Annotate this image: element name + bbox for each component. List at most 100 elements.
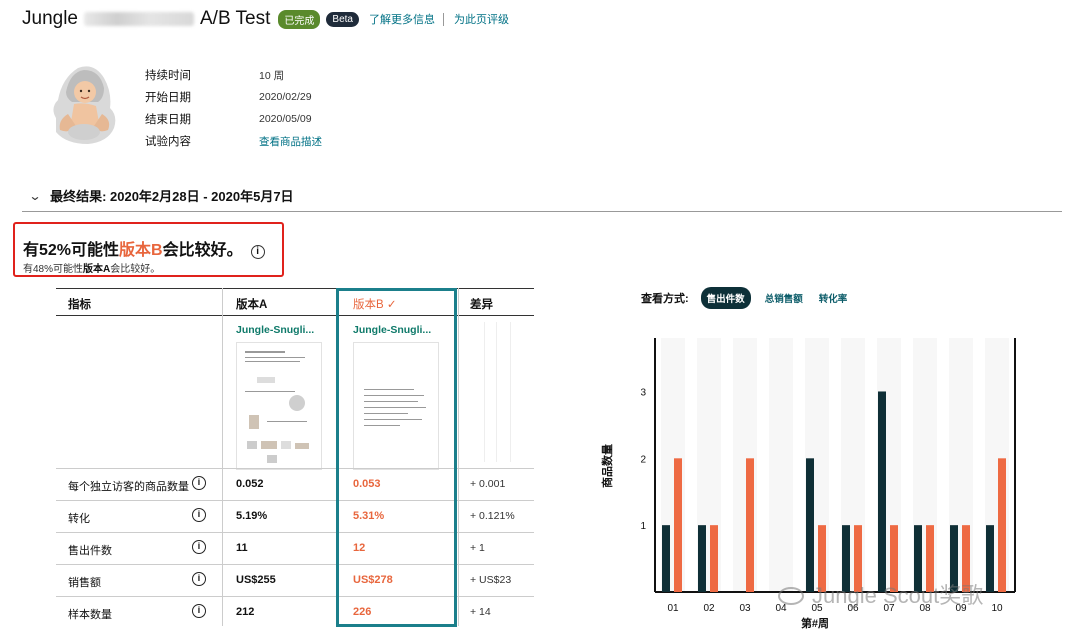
meta-row-end: 结束日期 2020/05/09 xyxy=(145,108,322,130)
diff-placeholder-line xyxy=(496,322,497,462)
metric-label: 样本数量 xyxy=(68,609,112,621)
thumb-image xyxy=(257,377,275,383)
view-selector: 查看方式: 售出件数 总销售额 转化率 xyxy=(641,287,863,309)
info-icon[interactable]: i xyxy=(192,604,206,618)
probability-callout: 有52%可能性版本B会比较好。 i 有48%可能性版本A会比较好。 xyxy=(13,222,284,277)
thumb-image xyxy=(261,441,277,449)
page-title-suffix: A/B Test xyxy=(200,8,271,29)
product-preview-row: Jungle-Snugli... Jungle-Snugli... xyxy=(56,316,534,470)
learn-more-link[interactable]: 了解更多信息 xyxy=(369,11,435,27)
thumb-image xyxy=(267,455,277,463)
table-row: 样本数量 i 212 226 + 14 xyxy=(56,596,534,628)
thumb-image xyxy=(281,441,291,449)
version-a-value: 5.19% xyxy=(236,510,268,522)
diff-value: + 0.121% xyxy=(470,510,515,522)
diff-placeholder-line xyxy=(484,322,485,462)
info-icon[interactable]: i xyxy=(250,245,265,259)
test-content-label: 试验内容 xyxy=(145,136,191,148)
chevron-down-icon[interactable]: ⌄ xyxy=(28,189,41,203)
bar xyxy=(746,458,754,592)
metric-label: 转化 xyxy=(68,513,90,525)
y-axis-label: 商品数量 xyxy=(600,444,614,488)
final-result-label: 最终结果: 2020年2月28日 - 2020年5月7日 xyxy=(50,189,294,204)
end-date-label: 结束日期 xyxy=(145,114,191,126)
thumb-image xyxy=(249,415,259,429)
test-meta: 持续时间 10 周 开始日期 2020/02/29 结束日期 2020/05/0… xyxy=(145,64,322,152)
version-a-value: 212 xyxy=(236,606,255,618)
metric-label: 售出件数 xyxy=(68,545,112,557)
probability-headline: 有52%可能性版本B会比较好。 i xyxy=(23,236,265,260)
x-tick-label: 02 xyxy=(703,603,715,614)
table-row: 每个独立访客的商品数量 i 0.052 0.053 + 0.001 xyxy=(56,468,534,500)
headline-suffix: 会比较好。 xyxy=(162,242,243,259)
table-row: 售出件数 i 11 12 + 1 xyxy=(56,532,534,564)
thumb-image xyxy=(295,443,309,449)
headline-prefix: 有52%可能性 xyxy=(23,242,120,259)
view-option-units-sold[interactable]: 售出件数 xyxy=(700,287,751,309)
product-a-title[interactable]: Jungle-Snugli... xyxy=(236,324,314,336)
meta-row-start: 开始日期 2020/02/29 xyxy=(145,86,322,108)
view-option-conversion[interactable]: 转化率 xyxy=(819,291,848,305)
column-band xyxy=(769,338,793,592)
probability-subline: 有48%可能性版本A会比较好。 xyxy=(23,260,160,275)
thumb-line xyxy=(245,351,285,353)
info-icon[interactable]: i xyxy=(192,508,206,522)
section-divider xyxy=(22,211,1062,212)
version-a-value: 0.052 xyxy=(236,478,264,490)
duration-label: 持续时间 xyxy=(145,70,191,82)
version-b-highlight xyxy=(336,288,457,627)
info-icon[interactable]: i xyxy=(192,540,206,554)
version-a-value: US$255 xyxy=(236,574,276,586)
table-row: 转化 i 5.19% 5.31% + 0.121% xyxy=(56,500,534,532)
view-option-total-sales[interactable]: 总销售额 xyxy=(765,291,803,305)
bar xyxy=(878,391,886,592)
bar xyxy=(662,525,670,592)
status-badge: 已完成 xyxy=(278,9,321,29)
headline-version: 版本B xyxy=(119,242,163,259)
metric-label: 销售额 xyxy=(68,577,101,589)
meta-row-content: 试验内容 查看商品描述 xyxy=(145,130,322,152)
metric-label: 每个独立访客的商品数量 xyxy=(68,481,189,493)
table-row: 销售额 i US$255 US$278 + US$23 xyxy=(56,564,534,596)
start-date-label: 开始日期 xyxy=(145,92,191,104)
bar xyxy=(998,458,1006,592)
thumb-line xyxy=(245,357,305,358)
final-result-toggle[interactable]: ⌄ 最终结果: 2020年2月28日 - 2020年5月7日 xyxy=(28,186,294,205)
diff-value: + US$23 xyxy=(470,574,512,586)
view-label: 查看方式: xyxy=(641,293,689,305)
view-description-link[interactable]: 查看商品描述 xyxy=(259,134,322,149)
x-tick-label: 01 xyxy=(667,603,679,614)
x-tick-label: 10 xyxy=(991,603,1003,614)
thumb-line xyxy=(267,421,307,422)
info-icon[interactable]: i xyxy=(192,476,206,490)
diff-value: + 14 xyxy=(470,606,491,618)
y-tick-label: 3 xyxy=(640,387,646,398)
thumb-line xyxy=(245,361,300,362)
meta-row-duration: 持续时间 10 周 xyxy=(145,64,322,86)
watermark: Jungle Scout奖歌 xyxy=(778,578,983,610)
y-tick-label: 1 xyxy=(640,521,646,532)
bar xyxy=(698,525,706,592)
y-tick-label: 2 xyxy=(640,454,646,465)
diff-value: + 1 xyxy=(470,542,485,554)
product-a-thumbnail[interactable] xyxy=(236,342,322,470)
x-tick-label: 03 xyxy=(739,603,751,614)
page-title-prefix: Jungle xyxy=(22,8,78,29)
col-header-version-a: 版本A xyxy=(236,299,268,311)
subline-suffix: 会比较好。 xyxy=(110,264,161,275)
start-date-value: 2020/02/29 xyxy=(259,91,312,103)
table-header: 指标 版本A 版本B ✓ 差异 xyxy=(56,288,534,316)
bar xyxy=(986,525,994,592)
end-date-value: 2020/05/09 xyxy=(259,113,312,125)
subline-version: 版本A xyxy=(83,264,111,275)
diff-placeholder-line xyxy=(510,322,511,462)
thumb-image xyxy=(289,395,305,411)
col-header-metric: 指标 xyxy=(68,299,91,311)
duration-value: 10 周 xyxy=(259,69,285,82)
rate-page-link[interactable]: 为此页评级 xyxy=(454,11,509,27)
product-image xyxy=(53,66,116,144)
bar xyxy=(674,458,682,592)
col-header-diff: 差异 xyxy=(470,299,493,311)
info-icon[interactable]: i xyxy=(192,572,206,586)
subline-prefix: 有48%可能性 xyxy=(23,264,84,275)
